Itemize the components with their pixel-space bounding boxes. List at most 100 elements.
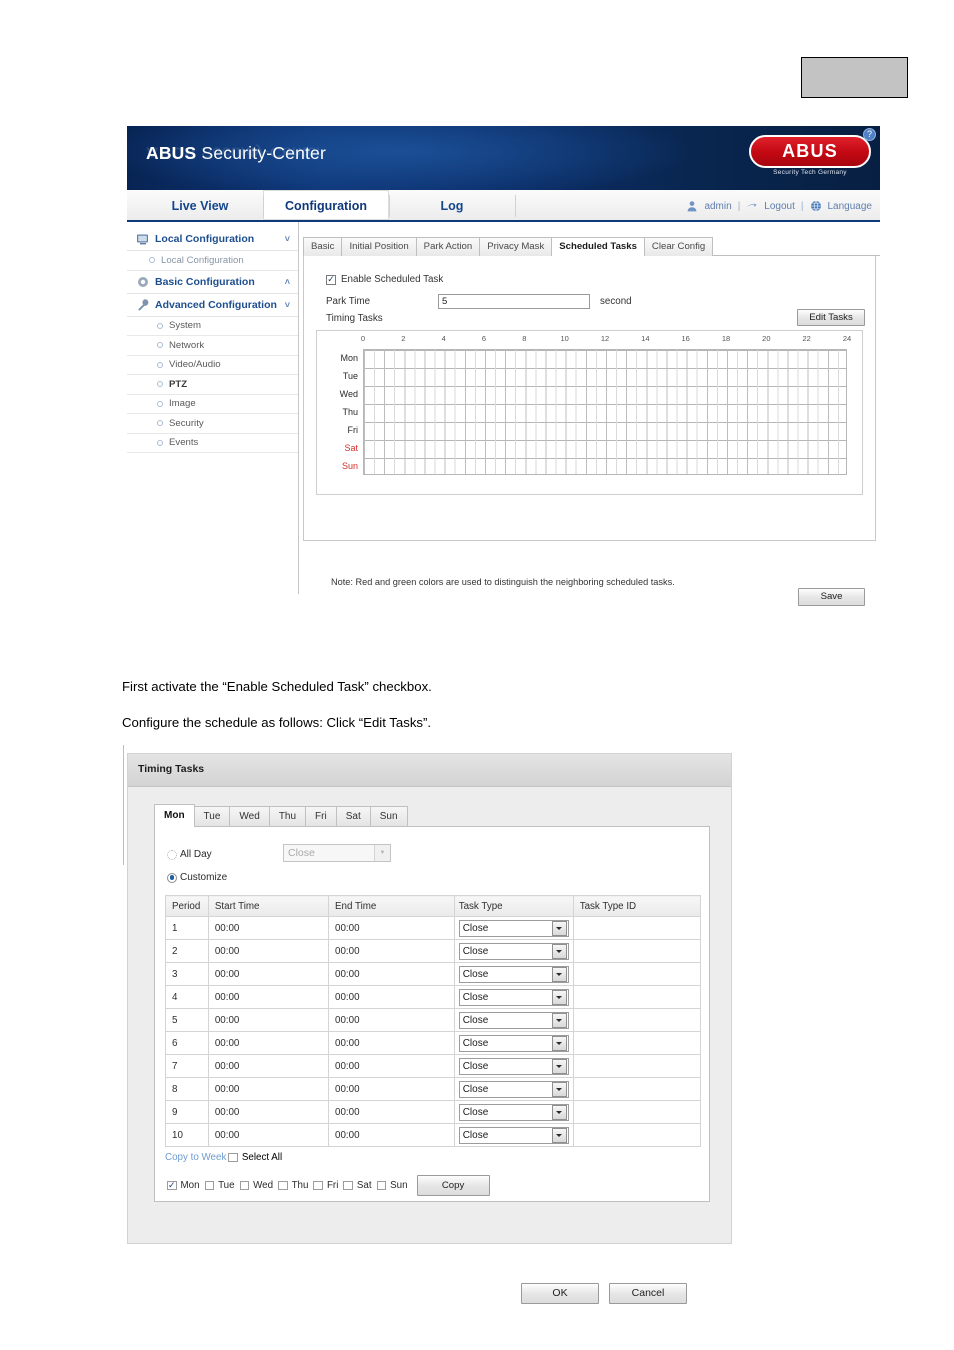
- select-all-checkbox[interactable]: [228, 1152, 238, 1163]
- sidebar-item-image[interactable]: Image: [127, 395, 298, 414]
- schedule-grid-cells[interactable]: [363, 349, 847, 475]
- tab-basic[interactable]: Basic: [303, 237, 343, 256]
- chevron-down-icon[interactable]: [551, 920, 567, 936]
- cell-start-time[interactable]: 00:00: [207, 1008, 330, 1032]
- tab-clear-config[interactable]: Clear Config: [643, 237, 714, 256]
- cell-end-time[interactable]: 00:00: [328, 1077, 455, 1101]
- cell-task-type-id[interactable]: [572, 1100, 702, 1124]
- day-checkbox-sat[interactable]: Sat: [341, 1180, 372, 1191]
- cell-task-type-id[interactable]: [572, 1031, 702, 1055]
- cell-end-time[interactable]: 00:00: [328, 1054, 455, 1078]
- cell-end-time[interactable]: 00:00: [328, 1008, 455, 1032]
- cell-end-time[interactable]: 00:00: [328, 1031, 455, 1055]
- chevron-down-icon[interactable]: [551, 1104, 567, 1120]
- cell-end-time[interactable]: 00:00: [328, 962, 455, 986]
- cell-start-time[interactable]: 00:00: [207, 1123, 330, 1147]
- day-tab-sat[interactable]: Sat: [335, 806, 371, 827]
- cell-end-time[interactable]: 00:00: [328, 1123, 455, 1147]
- park-time-input[interactable]: [438, 294, 590, 309]
- cell-start-time[interactable]: 00:00: [207, 939, 330, 963]
- checkbox-box[interactable]: [239, 1180, 250, 1191]
- checkbox-box[interactable]: ✓: [167, 1181, 177, 1191]
- sidebar-item-security[interactable]: Security: [127, 414, 298, 434]
- task-type-select[interactable]: Close: [458, 1034, 569, 1052]
- customize-row[interactable]: Customize: [167, 872, 227, 883]
- enable-scheduled-task-checkbox[interactable]: ✓: [326, 274, 336, 285]
- cell-end-time[interactable]: 00:00: [328, 985, 455, 1009]
- ok-button[interactable]: OK: [521, 1283, 599, 1304]
- cell-start-time[interactable]: 00:00: [207, 916, 330, 940]
- language-link[interactable]: Language: [828, 201, 873, 212]
- day-tab-sun[interactable]: Sun: [369, 806, 408, 827]
- checkbox-box[interactable]: [278, 1180, 288, 1191]
- sidebar-item-ptz[interactable]: PTZ: [127, 375, 298, 395]
- cell-start-time[interactable]: 00:00: [207, 1100, 330, 1124]
- cell-start-time[interactable]: 00:00: [207, 1077, 330, 1101]
- day-checkbox-tue[interactable]: Tue: [203, 1180, 235, 1191]
- task-type-select[interactable]: Close: [458, 988, 569, 1006]
- chevron-down-icon[interactable]: ˅: [285, 300, 290, 310]
- help-icon[interactable]: ?: [863, 128, 876, 141]
- day-checkbox-wed[interactable]: Wed: [238, 1180, 273, 1191]
- sidebar-item-network[interactable]: Network: [127, 336, 298, 356]
- cell-task-type-id[interactable]: [572, 939, 702, 963]
- sidebar-item-events[interactable]: Events: [127, 434, 298, 453]
- day-tab-wed[interactable]: Wed: [229, 806, 270, 827]
- copy-to-week-link[interactable]: Copy to Week: [165, 1152, 226, 1163]
- chevron-down-icon[interactable]: ▼: [374, 845, 390, 861]
- nav-tab-log[interactable]: Log: [389, 190, 515, 222]
- chevron-down-icon[interactable]: [551, 1058, 567, 1074]
- sidebar-item-system[interactable]: System: [127, 317, 298, 336]
- task-type-select[interactable]: Close: [458, 1103, 569, 1121]
- sidebar-group-advanced-configuration[interactable]: Advanced Configuration ˅: [127, 294, 298, 317]
- copy-button[interactable]: Copy: [416, 1175, 490, 1196]
- sidebar-item-video-audio[interactable]: Video/Audio: [127, 356, 298, 375]
- chevron-down-icon[interactable]: [551, 1081, 567, 1097]
- task-type-select[interactable]: Close: [458, 1057, 569, 1075]
- cell-end-time[interactable]: 00:00: [328, 1100, 455, 1124]
- task-type-select[interactable]: Close: [458, 919, 569, 937]
- day-tab-thu[interactable]: Thu: [268, 806, 307, 827]
- day-tab-mon[interactable]: Mon: [154, 804, 195, 827]
- task-type-select[interactable]: Close: [458, 965, 569, 983]
- all-day-row[interactable]: All Day: [167, 849, 212, 860]
- logout-link[interactable]: Logout: [764, 201, 795, 212]
- chevron-down-icon[interactable]: [551, 966, 567, 982]
- task-type-select[interactable]: Close: [458, 1126, 569, 1144]
- chevron-down-icon[interactable]: [551, 1012, 567, 1028]
- cell-task-type-id[interactable]: [572, 1008, 702, 1032]
- cell-task-type-id[interactable]: [572, 1077, 702, 1101]
- cell-task-type-id[interactable]: [572, 916, 702, 940]
- cell-task-type-id[interactable]: [572, 1054, 702, 1078]
- checkbox-box[interactable]: [376, 1180, 387, 1191]
- cell-end-time[interactable]: 00:00: [328, 916, 455, 940]
- customize-radio[interactable]: [167, 872, 177, 883]
- cell-start-time[interactable]: 00:00: [207, 985, 330, 1009]
- nav-tab-configuration[interactable]: Configuration: [263, 190, 389, 222]
- cell-start-time[interactable]: 00:00: [207, 1031, 330, 1055]
- globe-icon[interactable]: [810, 200, 822, 212]
- edit-tasks-button[interactable]: Edit Tasks: [797, 309, 865, 326]
- cell-start-time[interactable]: 00:00: [207, 962, 330, 986]
- task-type-select[interactable]: Close: [458, 1011, 569, 1029]
- cancel-button[interactable]: Cancel: [609, 1283, 687, 1304]
- day-checkbox-mon[interactable]: ✓ Mon: [165, 1180, 200, 1191]
- cell-end-time[interactable]: 00:00: [328, 939, 455, 963]
- day-tab-tue[interactable]: Tue: [193, 806, 231, 827]
- cell-start-time[interactable]: 00:00: [207, 1054, 330, 1078]
- nav-tab-live-view[interactable]: Live View: [137, 190, 263, 222]
- sidebar-group-basic-configuration[interactable]: Basic Configuration ˄: [127, 271, 298, 294]
- checkbox-box[interactable]: [204, 1180, 215, 1191]
- task-type-select[interactable]: Close: [458, 1080, 569, 1098]
- checkbox-box[interactable]: [313, 1180, 323, 1191]
- day-checkbox-fri[interactable]: Fri: [311, 1180, 338, 1191]
- chevron-down-icon[interactable]: ˅: [285, 234, 290, 244]
- chevron-down-icon[interactable]: [551, 943, 567, 959]
- enable-scheduled-task-row[interactable]: ✓ Enable Scheduled Task: [326, 274, 443, 285]
- tab-initial-position[interactable]: Initial Position: [341, 237, 417, 256]
- task-type-select[interactable]: Close: [458, 942, 569, 960]
- sidebar-group-local-configuration[interactable]: Local Configuration ˅: [127, 228, 298, 251]
- cell-task-type-id[interactable]: [572, 962, 702, 986]
- chevron-down-icon[interactable]: [551, 989, 567, 1005]
- chevron-up-icon[interactable]: ˄: [285, 277, 290, 287]
